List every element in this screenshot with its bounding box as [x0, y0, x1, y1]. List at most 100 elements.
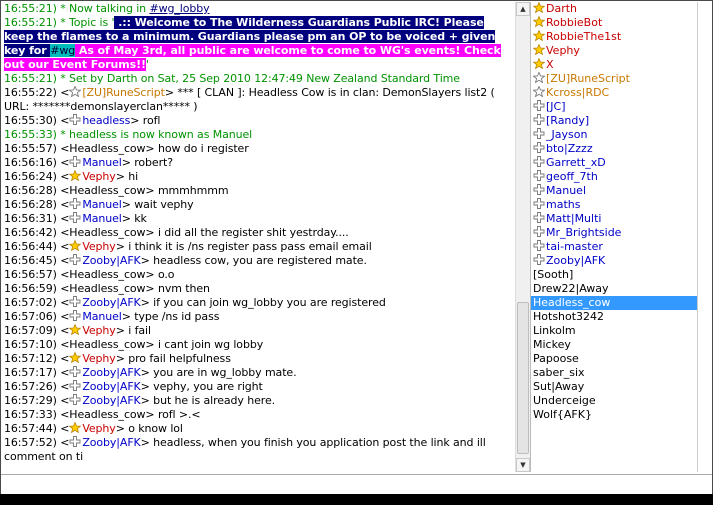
- nicklist-item[interactable]: maths: [531, 198, 705, 212]
- nick-name[interactable]: [ZU]RuneScript: [82, 86, 165, 99]
- timestamp: 16:56:16): [4, 156, 57, 169]
- timestamp: 16:56:59): [4, 282, 57, 295]
- nicklist-item[interactable]: [Sooth]: [531, 268, 705, 282]
- timestamp: 16:57:33): [4, 408, 57, 421]
- nicklist-item[interactable]: Kcross|RDC: [531, 86, 705, 100]
- nicklist-name: Papoose: [533, 352, 579, 365]
- nicklist-item[interactable]: RobbieBot: [531, 16, 705, 30]
- message-text: <Headless_cow> rofl >.<: [56, 408, 201, 421]
- scroll-down-button[interactable]: ▼: [516, 458, 530, 472]
- nick-open: <: [56, 240, 70, 253]
- chat-line: 16:57:09) < Vephy> i fail: [2, 324, 514, 338]
- nick-name[interactable]: Manuel: [82, 156, 122, 169]
- nicklist-item[interactable]: X: [531, 58, 705, 72]
- message-text: > you are in wg_lobby mate.: [140, 366, 297, 379]
- timestamp: 16:57:12): [4, 352, 57, 365]
- nicklist-name: geoff_7th: [546, 170, 598, 183]
- input-bar[interactable]: [1, 474, 712, 494]
- chat-line: 16:57:02) < Zooby|AFK> if you can join wg…: [2, 296, 514, 310]
- chat-line: 16:57:12) < Vephy> pro fail helpfulness: [2, 352, 514, 366]
- nicklist-name: [JC]: [546, 100, 566, 113]
- nick-list[interactable]: Darth RobbieBot RobbieThe1st Vephy X [ZU]Rune…: [530, 2, 705, 472]
- nick-open: <: [56, 394, 70, 407]
- timestamp: 16:55:57): [4, 142, 57, 155]
- nicklist-item[interactable]: Headless_cow: [531, 296, 705, 310]
- nicklist-item[interactable]: [JC]: [531, 100, 705, 114]
- nick-name[interactable]: Zooby|AFK: [82, 254, 140, 267]
- timestamp: 16:57:06): [4, 310, 57, 323]
- message-input[interactable]: [1, 475, 709, 492]
- nicklist-item[interactable]: Sut|Away: [531, 380, 705, 394]
- nicklist-item[interactable]: Papoose: [531, 352, 705, 366]
- nicklist-item[interactable]: Garrett_xD: [531, 156, 705, 170]
- nicklist-item[interactable]: Manuel: [531, 184, 705, 198]
- timestamp: 16:55:21): [4, 2, 57, 15]
- channel-link[interactable]: #wg_lobby: [149, 2, 209, 15]
- chat-line: 16:56:24) < Vephy> hi: [2, 170, 514, 184]
- nicklist-item[interactable]: _Jayson: [531, 128, 705, 142]
- nick-name[interactable]: Zooby|AFK: [82, 366, 140, 379]
- timestamp: 16:57:17): [4, 366, 57, 379]
- message-text: > but he is already here.: [140, 394, 276, 407]
- nicklist-item[interactable]: Zooby|AFK: [531, 254, 705, 268]
- nicklist-item[interactable]: Matt|Multi: [531, 212, 705, 226]
- nicklist-item[interactable]: Underceige: [531, 394, 705, 408]
- topic-channel-link[interactable]: #wg: [50, 44, 75, 57]
- nick-name[interactable]: Zooby|AFK: [82, 394, 140, 407]
- nicklist-item[interactable]: Mr_Brightside: [531, 226, 705, 240]
- nicklist-item[interactable]: Drew22|Away: [531, 282, 705, 296]
- nick-name[interactable]: Zooby|AFK: [82, 436, 140, 449]
- nicklist-item[interactable]: Linkolm: [531, 324, 705, 338]
- nicklist-name: tai-master: [546, 240, 603, 253]
- nick-name[interactable]: Vephy: [82, 240, 116, 253]
- nick-name[interactable]: Vephy: [82, 324, 116, 337]
- scroll-up-button[interactable]: ▲: [516, 2, 530, 16]
- nicklist-item[interactable]: tai-master: [531, 240, 705, 254]
- timestamp: 16:56:24): [4, 170, 57, 183]
- voice-cross-icon: [69, 114, 81, 125]
- halfop-star-icon: [533, 86, 545, 97]
- nicklist-item[interactable]: RobbieThe1st: [531, 30, 705, 44]
- nicklist-item[interactable]: Hotshot3242: [531, 310, 705, 324]
- nicklist-item[interactable]: saber_six: [531, 366, 705, 380]
- nicklist-item[interactable]: bto|Zzzz: [531, 142, 705, 156]
- nicklist-item[interactable]: Wolf{AFK}: [531, 408, 705, 422]
- voice-cross-icon: [533, 212, 545, 223]
- nick-name[interactable]: Vephy: [82, 352, 116, 365]
- message-text: <Headless_cow> nvm then: [56, 282, 210, 295]
- nicklist-name: Headless_cow: [533, 296, 611, 309]
- scroll-thumb[interactable]: [517, 302, 529, 454]
- message-text: > type /ns id pass: [121, 310, 220, 323]
- chat-scrollbar[interactable]: ▲ ▼: [515, 2, 530, 472]
- nicklist-name: RobbieBot: [546, 16, 603, 29]
- message-text: <Headless_cow> mmmhmmm: [56, 184, 229, 197]
- nick-name[interactable]: Vephy: [82, 422, 116, 435]
- nick-name[interactable]: Manuel: [82, 310, 122, 323]
- nicklist-item[interactable]: Mickey: [531, 338, 705, 352]
- op-star-icon: [69, 352, 82, 363]
- nick-name[interactable]: headless: [82, 114, 130, 127]
- message-text: <Headless_cow> i did all the register sh…: [56, 226, 349, 239]
- message-text: > wait vephy: [121, 198, 194, 211]
- nicklist-scrollbar[interactable]: [697, 2, 712, 472]
- chat-line: 16:57:06) < Manuel> type /ns id pass: [2, 310, 514, 324]
- nicklist-item[interactable]: [Randy]: [531, 114, 705, 128]
- event-text: * headless is now known as Manuel: [56, 128, 253, 141]
- nicklist-item[interactable]: geoff_7th: [531, 170, 705, 184]
- nick-open: <: [56, 352, 70, 365]
- nicklist-item[interactable]: [ZU]RuneScript: [531, 72, 705, 86]
- nick-name[interactable]: Zooby|AFK: [82, 296, 140, 309]
- chat-line: 16:55:21) * Set by Darth on Sat, 25 Sep …: [2, 72, 514, 86]
- chat-line: 16:56:42) <Headless_cow> i did all the r…: [2, 226, 514, 240]
- chat-line: 16:57:33) <Headless_cow> rofl >.<: [2, 408, 514, 422]
- nick-open: <: [56, 212, 70, 225]
- nick-name[interactable]: Vephy: [82, 170, 116, 183]
- nicklist-item[interactable]: Vephy: [531, 44, 705, 58]
- nick-name[interactable]: Zooby|AFK: [82, 380, 140, 393]
- nicklist-item[interactable]: Darth: [531, 2, 705, 16]
- nick-open: <: [56, 254, 70, 267]
- nicklist-name: [ZU]RuneScript: [546, 72, 630, 85]
- nick-name[interactable]: Manuel: [82, 198, 122, 211]
- nick-name[interactable]: Manuel: [82, 212, 122, 225]
- chat-line: 16:56:16) < Manuel> robert?: [2, 156, 514, 170]
